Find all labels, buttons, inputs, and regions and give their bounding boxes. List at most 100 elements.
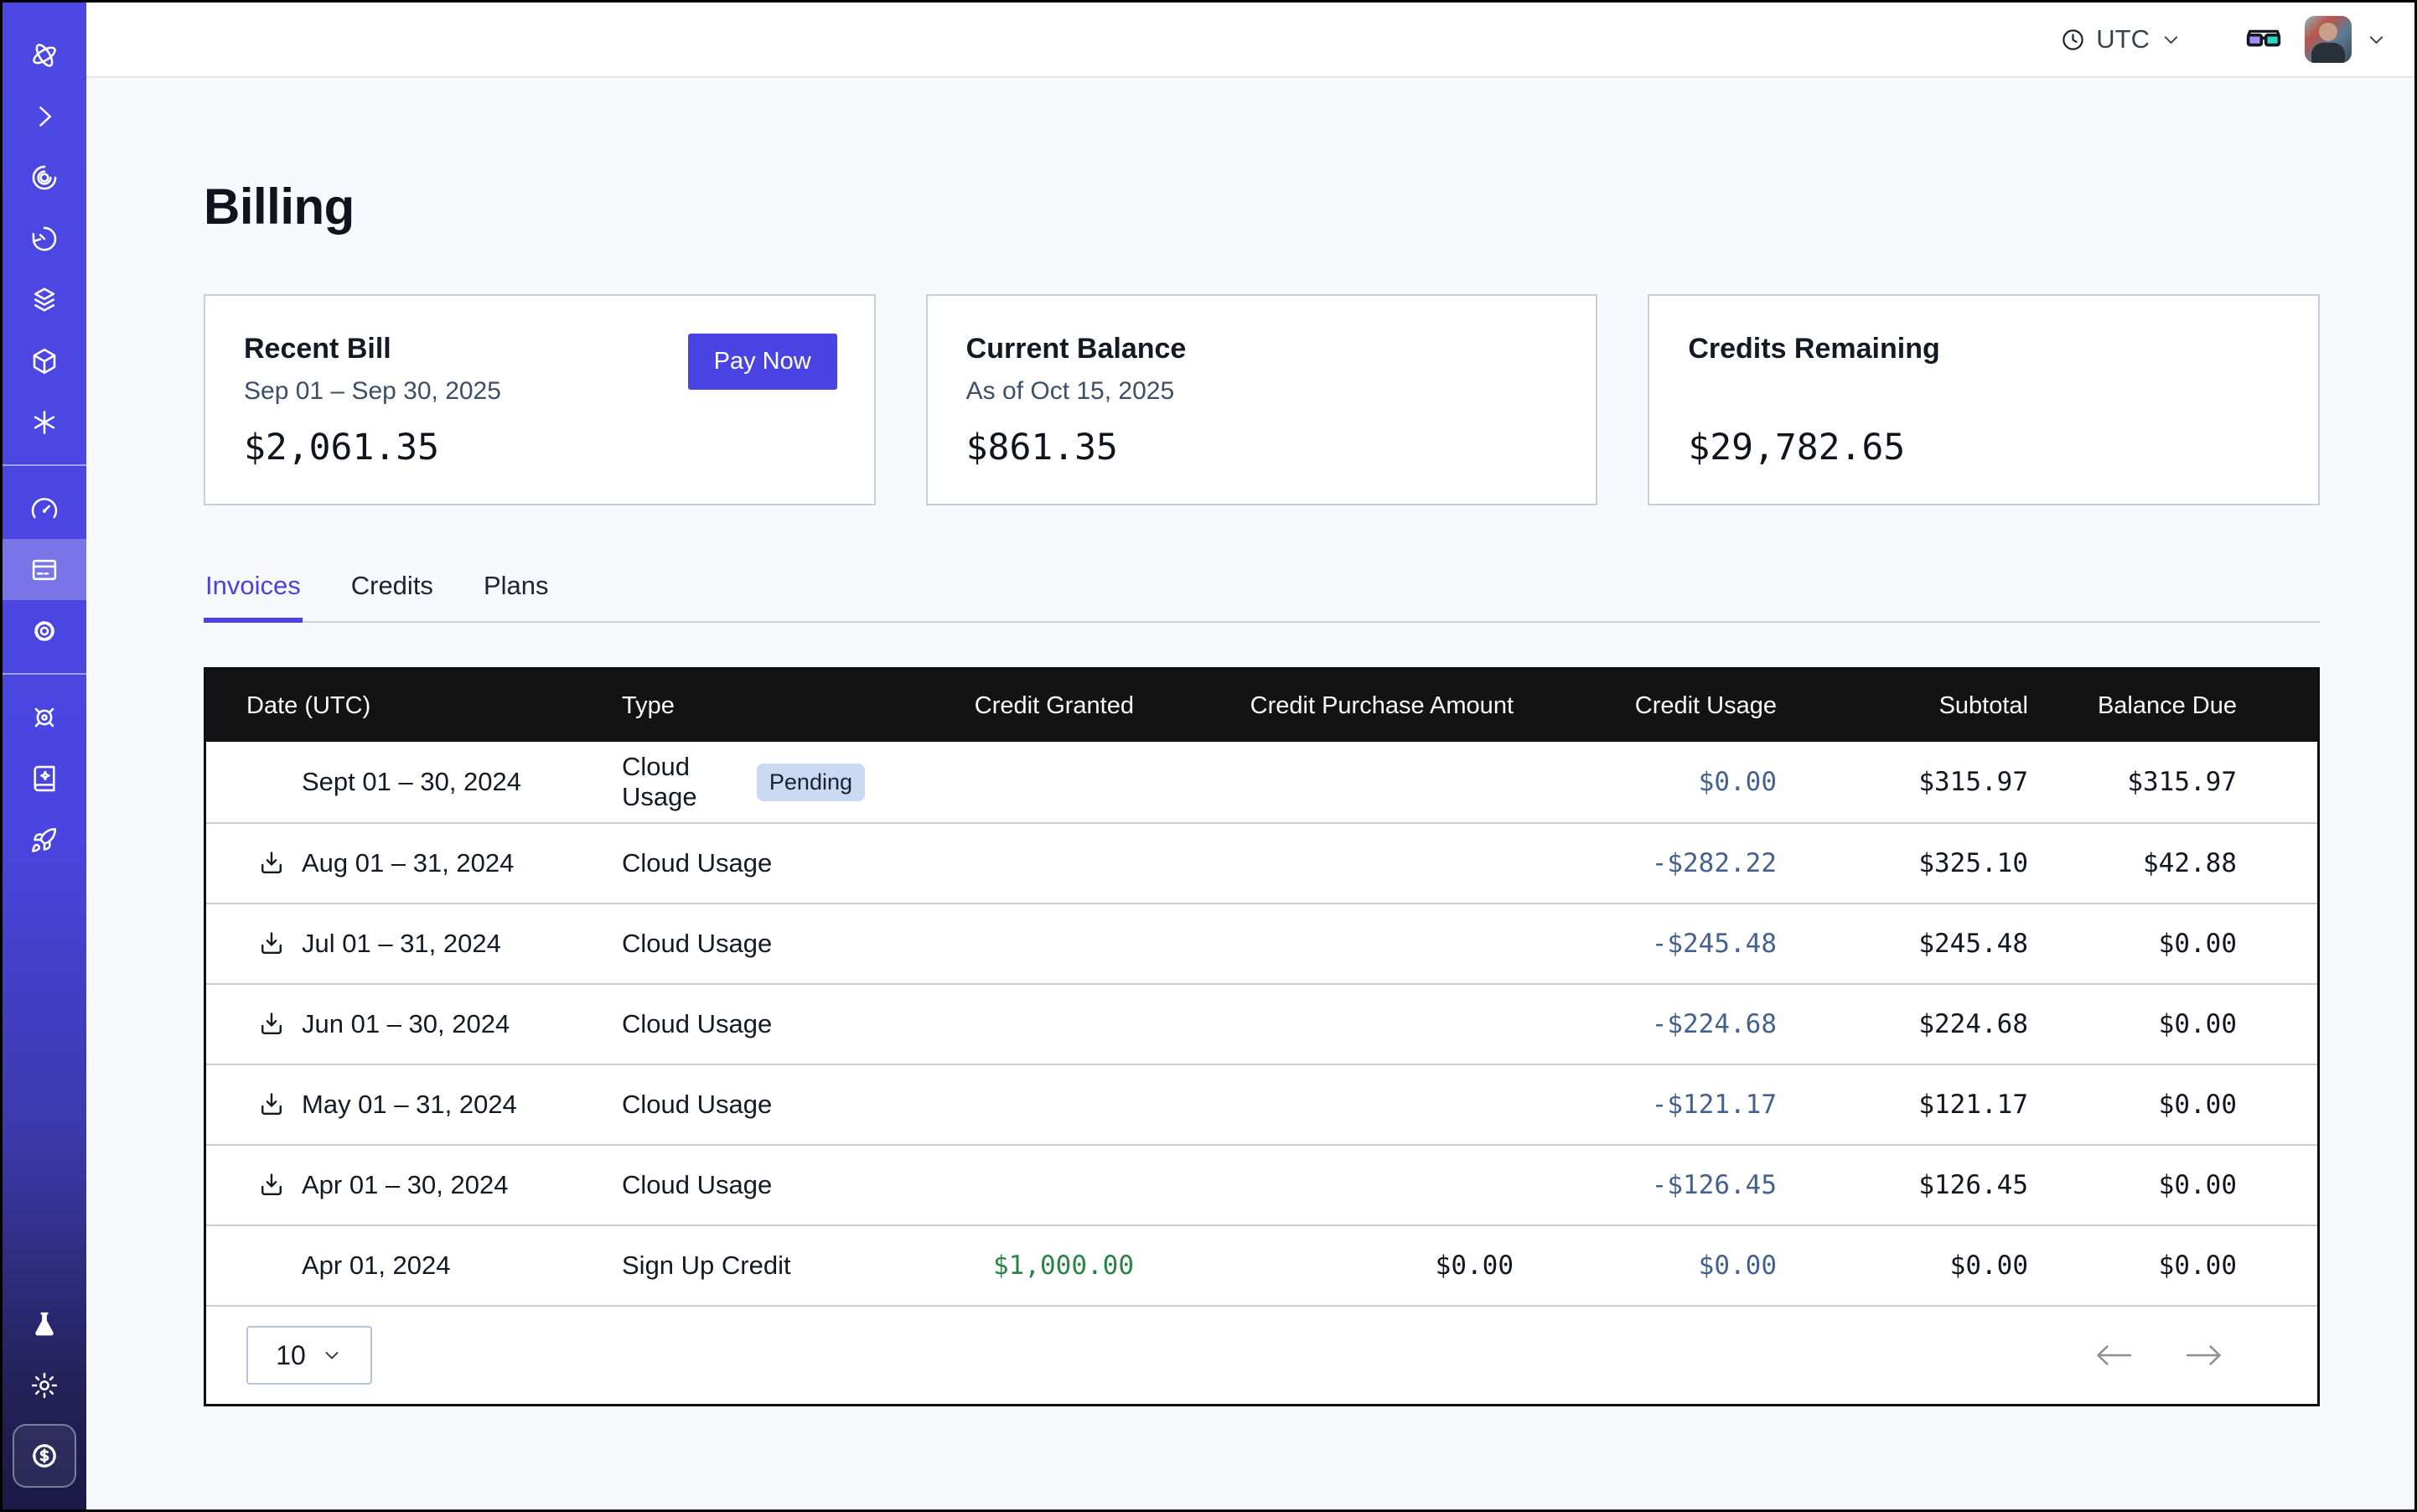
- invoice-row: Sept 01 – 30, 2024 Cloud Usage Pending $…: [206, 742, 2317, 822]
- chevron-down-icon: [321, 1344, 343, 1366]
- table-footer: 10: [206, 1305, 2317, 1404]
- balance-due-value: $0.00: [2028, 1009, 2237, 1039]
- current-balance-amount: $861.35: [966, 427, 1558, 469]
- credit-usage-value: -$126.45: [1514, 1170, 1777, 1200]
- logo-orbit-icon: [29, 40, 60, 70]
- gauge-icon: [29, 494, 60, 524]
- cube-icon: [29, 346, 60, 376]
- balance-due-value: $0.00: [2028, 1090, 2237, 1120]
- sidebar-item-layers[interactable]: [3, 269, 86, 330]
- credit-usage-value: $0.00: [1514, 1251, 1777, 1281]
- invoice-type: Cloud Usage: [622, 752, 743, 812]
- balance-due-value: $0.00: [2028, 1251, 2237, 1281]
- table-header: Date (UTC) Type Credit Granted Credit Pu…: [206, 670, 2317, 742]
- tab-invoices[interactable]: Invoices: [204, 571, 303, 623]
- asterisk-icon: [29, 407, 60, 438]
- invoice-row: Aug 01 – 31, 2024 Cloud Usage -$282.22 $…: [206, 822, 2317, 903]
- invoice-type: Cloud Usage: [622, 1090, 772, 1120]
- sidebar-item-services[interactable]: [3, 391, 86, 453]
- invoice-date: Jun 01 – 30, 2024: [302, 1009, 510, 1039]
- download-invoice-icon[interactable]: [257, 1090, 286, 1119]
- download-invoice-icon[interactable]: [257, 1010, 286, 1038]
- subtotal-value: $126.45: [1777, 1170, 2028, 1200]
- credits-remaining-card: Credits Remaining $29,782.65: [1648, 294, 2320, 505]
- chevron-down-icon: [2160, 28, 2182, 51]
- sidebar-item-packages[interactable]: [3, 330, 86, 391]
- timezone-selector[interactable]: UTC: [2060, 24, 2182, 54]
- invoice-row: Apr 01, 2024 Sign Up Credit $1,000.00 $0…: [206, 1225, 2317, 1305]
- credits-remaining-amount: $29,782.65: [1688, 427, 2280, 469]
- col-header-subtotal: Subtotal: [1777, 692, 2028, 720]
- download-invoice-icon[interactable]: [257, 849, 286, 878]
- sidebar-item-docs[interactable]: [3, 748, 86, 809]
- chevron-right-icon: [29, 101, 60, 132]
- credit-usage-value: -$245.48: [1514, 929, 1777, 959]
- download-invoice-icon[interactable]: [257, 1171, 286, 1199]
- sidebar-item-quickstart[interactable]: [3, 809, 86, 870]
- subtotal-value: $0.00: [1777, 1251, 2028, 1281]
- invoice-row: Jun 01 – 30, 2024 Cloud Usage -$224.68 $…: [206, 983, 2317, 1064]
- billing-tabs: Invoices Credits Plans: [204, 571, 2320, 623]
- sidebar-item-logo[interactable]: [3, 24, 86, 85]
- user-avatar[interactable]: [2305, 16, 2352, 63]
- invoice-type: Cloud Usage: [622, 929, 772, 959]
- ship-wheel-icon: [29, 702, 60, 733]
- account-menu-chevron-icon[interactable]: [2365, 28, 2388, 51]
- invoice-date: May 01 – 31, 2024: [302, 1090, 517, 1120]
- invoice-date: Apr 01 – 30, 2024: [302, 1170, 508, 1200]
- sidebar-item-observability[interactable]: [3, 147, 86, 208]
- card-subtitle: As of Oct 15, 2025: [966, 377, 1558, 406]
- credit-usage-value: -$282.22: [1514, 848, 1777, 878]
- col-header-date: Date (UTC): [246, 692, 622, 720]
- sidebar-item-usage[interactable]: [3, 478, 86, 539]
- sidebar-item-settings[interactable]: [3, 600, 86, 661]
- rocket-icon: [29, 825, 60, 855]
- sidebar-item-history[interactable]: [3, 208, 86, 269]
- topbar: UTC: [86, 3, 2414, 78]
- sidebar-item-expand[interactable]: [3, 85, 86, 147]
- credit-purchase-value: $0.00: [1134, 1251, 1514, 1281]
- book-sparkle-icon: [29, 764, 60, 794]
- invoice-date: Sept 01 – 30, 2024: [302, 767, 521, 797]
- credit-usage-value: -$224.68: [1514, 1009, 1777, 1039]
- flask-icon: [29, 1309, 60, 1339]
- sidebar-item-support[interactable]: [3, 686, 86, 748]
- balance-due-value: $0.00: [2028, 1170, 2237, 1200]
- sidebar-item-billing[interactable]: [3, 539, 86, 600]
- invoice-row: Jul 01 – 31, 2024 Cloud Usage -$245.48 $…: [206, 903, 2317, 983]
- sidebar-item-labs[interactable]: [3, 1293, 86, 1354]
- previous-page-button[interactable]: [2094, 1342, 2133, 1369]
- sidebar-item-theme[interactable]: [3, 1354, 86, 1416]
- page-size-select[interactable]: 10: [246, 1326, 372, 1385]
- col-header-balance-due: Balance Due: [2028, 692, 2237, 720]
- clock-icon: [2060, 27, 2086, 53]
- next-page-button[interactable]: [2185, 1342, 2223, 1369]
- sidebar-item-credits[interactable]: [13, 1424, 76, 1488]
- timezone-label: UTC: [2096, 24, 2150, 54]
- balance-due-value: $0.00: [2028, 929, 2237, 959]
- app-window: UTC Billing Recent Bill Sep 01 – Sep 30,…: [0, 0, 2417, 1512]
- col-header-type: Type: [622, 692, 865, 720]
- sidebar: [3, 3, 86, 1509]
- invoice-date: Aug 01 – 31, 2024: [302, 848, 514, 878]
- dev-mode-toggle[interactable]: [2244, 20, 2283, 59]
- tab-credits[interactable]: Credits: [349, 571, 435, 623]
- pay-now-button[interactable]: Pay Now: [688, 334, 837, 390]
- tab-plans[interactable]: Plans: [482, 571, 551, 623]
- subtotal-value: $325.10: [1777, 848, 2028, 878]
- summary-cards: Recent Bill Sep 01 – Sep 30, 2025 $2,061…: [204, 294, 2320, 505]
- balance-due-value: $315.97: [2028, 767, 2237, 797]
- recent-bill-amount: $2,061.35: [244, 427, 836, 469]
- credits-badge-button[interactable]: [13, 1424, 76, 1488]
- credit-usage-value: -$121.17: [1514, 1090, 1777, 1120]
- subtotal-value: $245.48: [1777, 929, 2028, 959]
- timer-icon: [29, 224, 60, 254]
- layers-icon: [29, 285, 60, 315]
- card-subtitle: [1688, 377, 2280, 406]
- balance-due-value: $42.88: [2028, 848, 2237, 878]
- page-title: Billing: [204, 178, 2320, 236]
- subtotal-value: $121.17: [1777, 1090, 2028, 1120]
- download-invoice-icon[interactable]: [257, 929, 286, 958]
- subtotal-value: $315.97: [1777, 767, 2028, 797]
- gear-icon: [29, 616, 60, 646]
